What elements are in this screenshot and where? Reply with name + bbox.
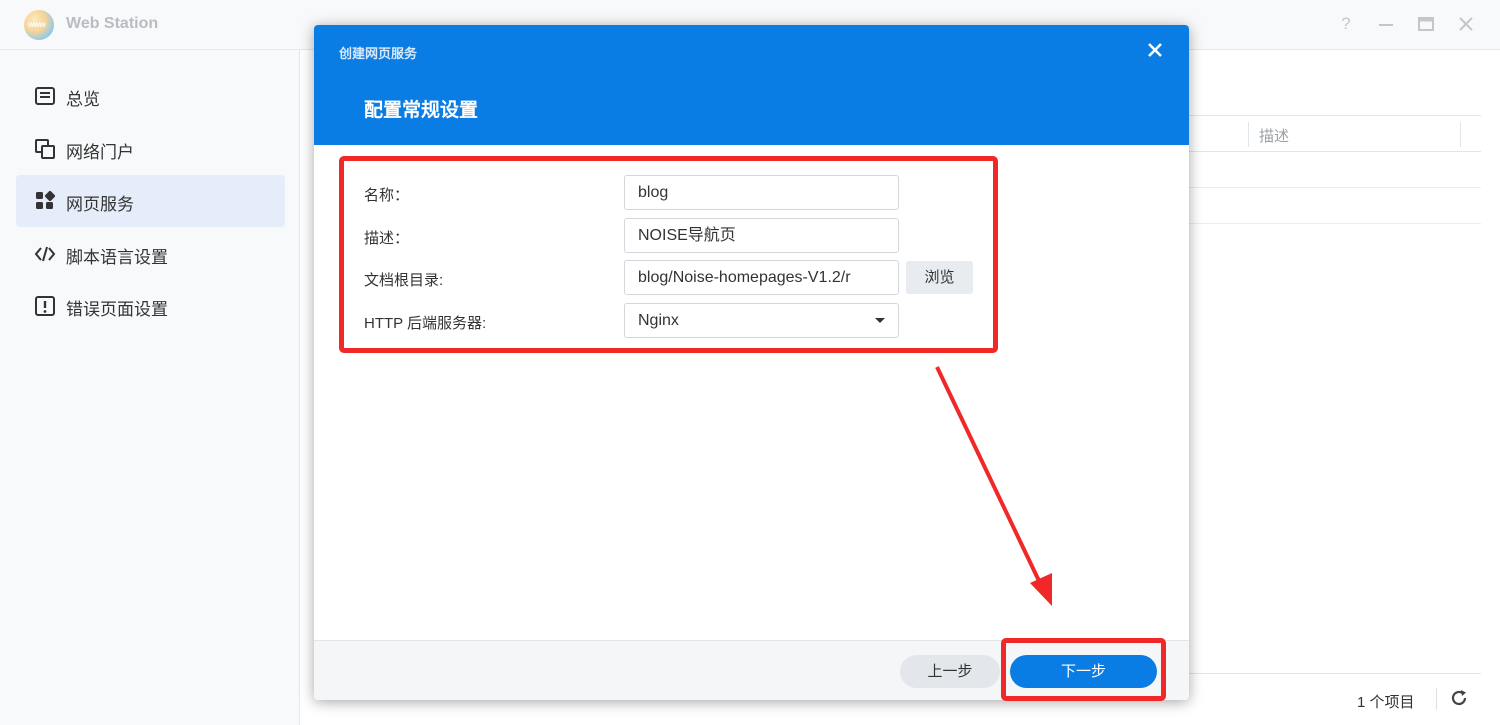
help-icon: ?	[1341, 14, 1351, 33]
dialog-footer: 上一步 下一步	[314, 640, 1189, 700]
maximize-button[interactable]	[1415, 13, 1437, 35]
app-title: Web Station	[66, 15, 159, 32]
form-row-backend: HTTP 后端服务器: Nginx	[314, 303, 1189, 339]
web-service-icon	[36, 190, 56, 209]
sidebar-item-label: 错误页面设置	[66, 300, 168, 319]
portal-icon	[35, 139, 55, 159]
help-button[interactable]: ?	[1335, 13, 1357, 35]
sidebar: 总览 网络门户 网页服务 脚本语言设置 错误页面设置	[0, 50, 300, 725]
table-row-divider	[1181, 223, 1481, 224]
sidebar-item-overview[interactable]: 总览	[16, 70, 285, 122]
overview-icon	[35, 87, 55, 105]
step-title: 配置常规设置	[364, 100, 479, 121]
close-icon[interactable]	[1144, 39, 1166, 61]
sidebar-item-label: 脚本语言设置	[66, 248, 168, 267]
sidebar-item-web-service[interactable]: 网页服务	[16, 175, 285, 227]
next-step-button[interactable]: 下一步	[1010, 655, 1157, 688]
description-input[interactable]: NOISE导航页	[624, 218, 899, 253]
table-header: 描述	[1181, 115, 1481, 152]
logo-text: www	[28, 20, 46, 29]
sidebar-item-label: 总览	[66, 90, 100, 109]
column-separator	[1460, 122, 1461, 147]
create-web-service-dialog: 创建网页服务 配置常规设置 名称： blog 描述： NOISE导航页 文档根目…	[314, 25, 1189, 700]
sidebar-item-label: 网络门户	[66, 143, 134, 162]
sidebar-item-script-language[interactable]: 脚本语言设置	[16, 228, 285, 280]
footer-separator	[1436, 688, 1437, 710]
close-window-button[interactable]	[1455, 13, 1477, 35]
browse-button[interactable]: 浏览	[906, 261, 973, 294]
refresh-icon[interactable]	[1448, 687, 1470, 709]
dialog-header: 创建网页服务 配置常规设置	[314, 25, 1189, 145]
document-root-label: 文档根目录:	[364, 272, 444, 289]
backend-select[interactable]: Nginx	[624, 303, 899, 338]
chevron-down-icon	[875, 318, 885, 323]
description-label: 描述：	[364, 230, 410, 247]
previous-step-button[interactable]: 上一步	[900, 655, 1000, 688]
maximize-icon	[1418, 17, 1434, 31]
form-row-description: 描述： NOISE导航页	[314, 218, 1189, 254]
item-count: 1 个项目	[1357, 694, 1415, 711]
document-root-input[interactable]: blog/Noise-homepages-V1.2/r	[624, 260, 899, 295]
backend-selected-value: Nginx	[638, 312, 679, 329]
code-icon	[34, 246, 56, 262]
name-input[interactable]: blog	[624, 175, 899, 210]
minimize-button[interactable]	[1375, 13, 1397, 35]
close-icon	[1459, 17, 1473, 31]
table-row-divider	[1181, 187, 1481, 188]
error-page-icon	[35, 296, 55, 316]
name-label: 名称：	[364, 187, 410, 204]
table-footer: 1 个项目	[1181, 673, 1481, 725]
column-header-description: 描述	[1259, 128, 1290, 145]
column-separator	[1248, 122, 1249, 147]
form-row-name: 名称： blog	[314, 175, 1189, 211]
sidebar-item-error-page[interactable]: 错误页面设置	[16, 280, 285, 332]
form-row-document-root: 文档根目录: blog/Noise-homepages-V1.2/r 浏览	[314, 260, 1189, 296]
sidebar-item-portal[interactable]: 网络门户	[16, 123, 285, 175]
web-station-logo-icon: www	[24, 10, 54, 40]
sidebar-item-label: 网页服务	[66, 195, 134, 214]
backend-label: HTTP 后端服务器:	[364, 315, 487, 332]
dialog-title: 创建网页服务	[339, 46, 418, 61]
minimize-icon	[1379, 24, 1393, 26]
